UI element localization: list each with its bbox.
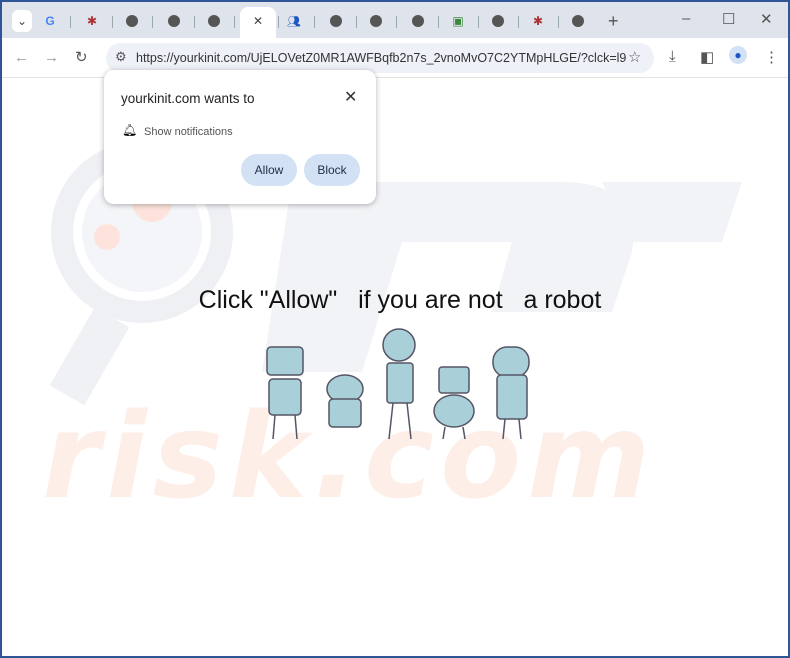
tab[interactable] [328, 10, 344, 32]
globe-icon [412, 15, 424, 27]
tab[interactable]: ✱ [530, 10, 546, 32]
tab[interactable] [570, 10, 586, 32]
globe-icon [330, 15, 342, 27]
dialog-title: yourkinit.com wants to [121, 91, 255, 106]
back-button[interactable]: ← [14, 49, 29, 66]
globe-icon [572, 15, 584, 27]
address-bar[interactable]: ⚙ https://yourkinit.com/UjELOVetZ0MR1AWF… [106, 43, 654, 73]
tab[interactable]: ✕ [250, 10, 266, 32]
tab-separator [70, 16, 71, 28]
tab[interactable]: ✱ [84, 10, 100, 32]
site-icon: ✱ [532, 14, 544, 28]
block-button[interactable]: Block [304, 154, 360, 186]
close-icon: ✕ [252, 14, 264, 28]
tab-search-button[interactable]: ⌄ [12, 10, 32, 32]
side-panel-icon[interactable]: ◧ [700, 48, 714, 66]
minimize-button[interactable]: – [682, 10, 690, 27]
tab-separator [152, 16, 153, 28]
download-icon[interactable]: ⤓ [669, 48, 676, 65]
permission-text: Show notifications [144, 126, 233, 138]
close-dialog-button[interactable]: ✕ [344, 87, 357, 107]
tab-separator [314, 16, 315, 28]
tab[interactable] [124, 10, 140, 32]
url-text[interactable]: https://yourkinit.com/UjELOVetZ0MR1AWFBq… [136, 51, 626, 65]
tab-separator [558, 16, 559, 28]
tab-separator [518, 16, 519, 28]
google-icon: G [45, 14, 55, 28]
site-icon: ✱ [86, 14, 98, 28]
tab[interactable] [206, 10, 222, 32]
tab-separator [112, 16, 113, 28]
notification-permission-dialog: yourkinit.com wants to ✕ 🔔︎ Show notific… [104, 70, 376, 204]
tab-bar: ⌄ G ✱ ✕ 👥︎ ▣ ✱ + – ☐ ✕ [2, 2, 788, 38]
tab[interactable] [166, 10, 182, 32]
headline: Click "Allow" if you are not a robot [198, 286, 602, 314]
tab-separator [396, 16, 397, 28]
tab-separator [356, 16, 357, 28]
new-tab-button[interactable]: + [608, 11, 619, 32]
globe-icon [208, 15, 220, 27]
globe-icon [370, 15, 382, 27]
robots-image [266, 328, 530, 440]
globe-icon [492, 15, 504, 27]
maximize-button[interactable]: ☐ [722, 10, 735, 28]
tab[interactable]: ▣ [450, 10, 466, 32]
tab[interactable] [368, 10, 384, 32]
tab[interactable] [490, 10, 506, 32]
tab-separator [194, 16, 195, 28]
globe-icon [168, 15, 180, 27]
tab[interactable]: G [42, 10, 58, 32]
tab-separator [278, 16, 279, 28]
forward-button[interactable]: → [44, 49, 59, 66]
chevron-down-icon: ⌄ [16, 14, 28, 28]
profile-avatar[interactable]: ● [729, 46, 747, 64]
monitor-icon: ▣ [452, 14, 464, 28]
menu-icon[interactable]: ⋮ [764, 48, 779, 66]
tab-separator [234, 16, 235, 28]
tab-separator [478, 16, 479, 28]
site-info-icon[interactable]: ⚙ [115, 49, 127, 65]
reload-button[interactable]: ↻ [75, 48, 88, 66]
bookmark-star-icon[interactable]: ☆ [628, 48, 641, 66]
tab[interactable] [410, 10, 426, 32]
tab[interactable]: 👥︎ [286, 10, 302, 32]
tab-separator [438, 16, 439, 28]
allow-button[interactable]: Allow [241, 154, 297, 186]
close-window-button[interactable]: ✕ [760, 10, 773, 28]
bell-icon: 🔔︎ [122, 123, 138, 137]
people-icon: 👥︎ [287, 15, 301, 28]
globe-icon [126, 15, 138, 27]
